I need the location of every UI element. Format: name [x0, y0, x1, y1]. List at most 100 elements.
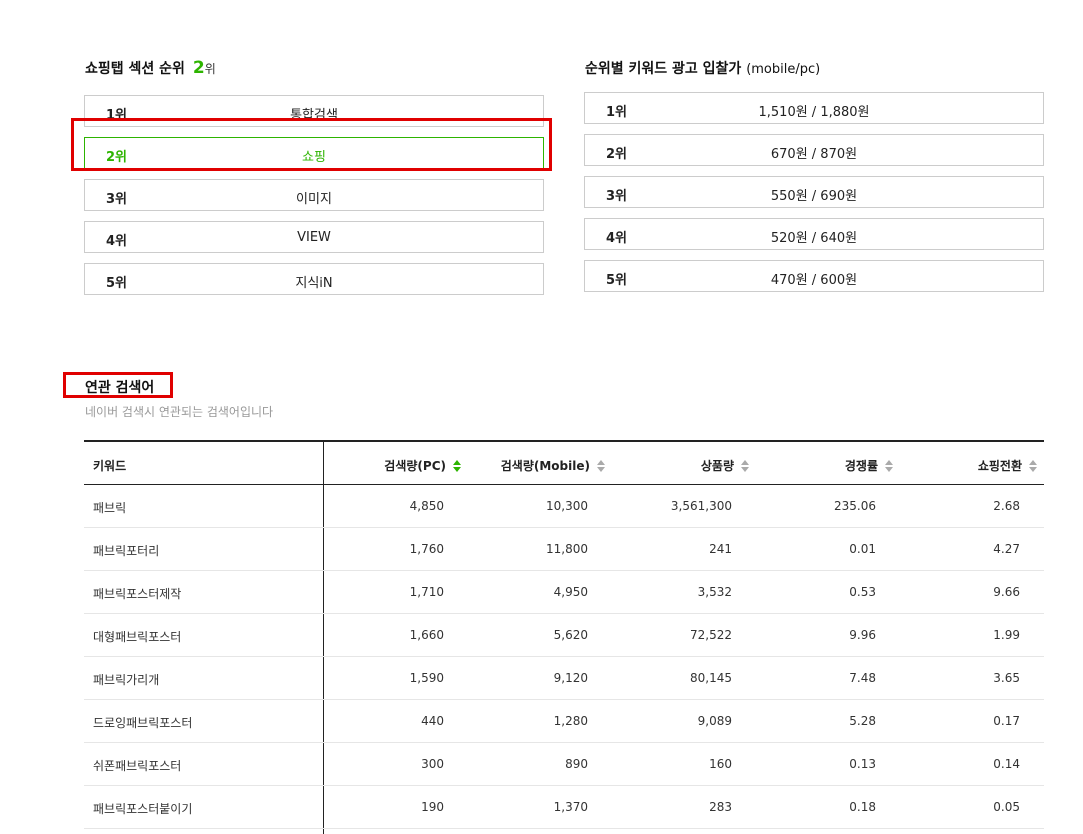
bid-price: 470원 / 600원	[770, 273, 858, 288]
cell-product-count: 9,089	[697, 714, 732, 728]
cell-keyword[interactable]: 패브릭포터리	[93, 542, 159, 559]
shopping-section-title: 쇼핑탭 섹션 순위 2위	[85, 58, 216, 78]
table-row: 패브릭포스터제작 1,710 4,950 3,532 0.53 9.66	[84, 571, 1044, 614]
column-header-label: 키워드	[93, 459, 127, 473]
column-header-search-mobile[interactable]: 검색량(Mobile)	[501, 457, 605, 474]
bid-rank-row: 3위 550원 / 690원	[584, 176, 1044, 208]
cell-product-count: 241	[709, 542, 732, 556]
cell-competition: 235.06	[834, 499, 876, 513]
cell-shopping-conversion: 1.99	[993, 628, 1020, 642]
cell-search-pc: 300	[421, 757, 444, 771]
sort-icon[interactable]	[1029, 459, 1037, 472]
cell-product-count: 3,532	[697, 585, 732, 599]
cell-product-count: 80,145	[690, 671, 732, 685]
table-row: 패브릭가리개 1,590 9,120 80,145 7.48 3.65	[84, 657, 1044, 700]
column-header-shopping-conversion[interactable]: 쇼핑전환	[978, 457, 1037, 474]
bid-price: 520원 / 640원	[770, 231, 858, 246]
bid-rank-row: 1위 1,510원 / 1,880원	[584, 92, 1044, 124]
table-row: 패브릭포스터붙이기 190 1,370 283 0.18 0.05	[84, 786, 1044, 829]
section-name: VIEW	[297, 230, 331, 245]
cell-competition: 0.13	[849, 757, 876, 771]
table-row: 드로잉패브릭포스터 440 1,280 9,089 5.28 0.17	[84, 700, 1044, 743]
cell-keyword[interactable]: 패브릭포스터붙이기	[93, 800, 192, 817]
bid-rank-row: 2위 670원 / 870원	[584, 134, 1044, 166]
bid-section-title-text: 순위별 키워드 광고 입찰가	[585, 61, 742, 77]
table-row: 패브릭 4,850 10,300 3,561,300 235.06 2.68	[84, 485, 1044, 528]
highlight-box-related-title	[63, 372, 173, 398]
column-header-label: 상품량	[700, 459, 734, 473]
column-header-label: 검색량(Mobile)	[500, 459, 590, 473]
cell-competition: 0.01	[849, 542, 876, 556]
cell-competition: 0.18	[849, 800, 876, 814]
cell-search-pc: 440	[421, 714, 444, 728]
bid-price: 550원 / 690원	[770, 189, 858, 204]
sort-icon[interactable]	[741, 459, 749, 472]
sort-icon[interactable]	[885, 459, 893, 472]
cell-search-pc: 1,660	[409, 628, 444, 642]
column-header-label: 검색량(PC)	[384, 459, 446, 473]
section-rank-row: 4위 VIEW	[84, 221, 544, 253]
cell-search-mobile: 4,950	[553, 585, 588, 599]
table-row: 쉬폰패브릭포스터 300 890 160 0.13 0.14	[84, 743, 1044, 786]
cell-shopping-conversion: 0.17	[993, 714, 1020, 728]
cell-search-mobile: 1,370	[553, 800, 588, 814]
cell-shopping-conversion: 2.68	[993, 499, 1020, 513]
cell-shopping-conversion: 0.05	[993, 800, 1020, 814]
cell-keyword[interactable]: 패브릭포스터제작	[93, 585, 181, 602]
related-keywords-subtitle: 네이버 검색시 연관되는 검색어입니다	[85, 405, 274, 419]
cell-search-pc: 1,590	[409, 671, 444, 685]
table-header: 키워드 검색량(PC) 검색량(Mobile) 상품량 경쟁률 쇼핑전환	[84, 440, 1044, 485]
bid-section-title-suffix: (mobile/pc)	[746, 62, 821, 77]
column-header-product-count[interactable]: 상품량	[701, 457, 749, 474]
cell-search-pc: 1,760	[409, 542, 444, 556]
section-rank-row: 5위 지식iN	[84, 263, 544, 295]
cell-shopping-conversion: 0.14	[993, 757, 1020, 771]
section-name: 지식iN	[295, 276, 333, 291]
table-row: 대형패브릭포스터 1,660 5,620 72,522 9.96 1.99	[84, 614, 1044, 657]
column-header-keyword: 키워드	[93, 457, 126, 474]
cell-product-count: 3,561,300	[670, 499, 732, 513]
cell-keyword[interactable]: 드로잉패브릭포스터	[93, 714, 192, 731]
column-header-search-pc[interactable]: 검색량(PC)	[384, 457, 461, 474]
cell-search-pc: 4,850	[409, 499, 444, 513]
shopping-rank-unit: 위	[204, 62, 216, 76]
cell-shopping-conversion: 4.27	[993, 542, 1020, 556]
section-rank-row: 3위 이미지	[84, 179, 544, 211]
table-row: 패브릭포터리 1,760 11,800 241 0.01 4.27	[84, 528, 1044, 571]
related-keywords-table: 키워드 검색량(PC) 검색량(Mobile) 상품량 경쟁률 쇼핑전환 패브릭…	[84, 440, 1044, 834]
cell-search-mobile: 11,800	[546, 542, 588, 556]
cell-competition: 0.53	[849, 585, 876, 599]
cell-product-count: 283	[709, 800, 732, 814]
cell-search-mobile: 9,120	[553, 671, 588, 685]
section-name: 이미지	[296, 192, 332, 207]
bid-price: 1,510원 / 1,880원	[758, 105, 870, 120]
cell-keyword[interactable]: 대형패브릭포스터	[93, 628, 181, 645]
cell-search-mobile: 10,300	[546, 499, 588, 513]
sort-icon[interactable]	[453, 459, 461, 472]
cell-search-pc: 190	[421, 800, 444, 814]
cell-product-count: 72,522	[690, 628, 732, 642]
column-header-competition[interactable]: 경쟁률	[845, 457, 893, 474]
cell-keyword[interactable]: 패브릭	[93, 499, 126, 516]
cell-product-count: 160	[709, 757, 732, 771]
cell-shopping-conversion: 9.66	[993, 585, 1020, 599]
cell-search-pc: 1,710	[409, 585, 444, 599]
bid-section-title: 순위별 키워드 광고 입찰가 (mobile/pc)	[585, 58, 820, 78]
bid-price: 670원 / 870원	[770, 147, 858, 162]
cell-shopping-conversion: 3.65	[993, 671, 1020, 685]
cell-competition: 5.28	[849, 714, 876, 728]
cell-keyword[interactable]: 쉬폰패브릭포스터	[93, 757, 181, 774]
cell-search-mobile: 5,620	[553, 628, 588, 642]
cell-search-mobile: 1,280	[553, 714, 588, 728]
column-header-label: 쇼핑전환	[977, 459, 1022, 473]
cell-competition: 7.48	[849, 671, 876, 685]
shopping-rank-value: 2	[192, 58, 205, 78]
sort-icon[interactable]	[597, 459, 605, 472]
column-header-label: 경쟁률	[844, 459, 878, 473]
bid-rank-row: 4위 520원 / 640원	[584, 218, 1044, 250]
cell-search-mobile: 890	[565, 757, 588, 771]
highlight-box-shopping-rank	[71, 118, 552, 171]
bid-rank-row: 5위 470원 / 600원	[584, 260, 1044, 292]
cell-keyword[interactable]: 패브릭가리개	[93, 671, 159, 688]
cell-competition: 9.96	[849, 628, 876, 642]
